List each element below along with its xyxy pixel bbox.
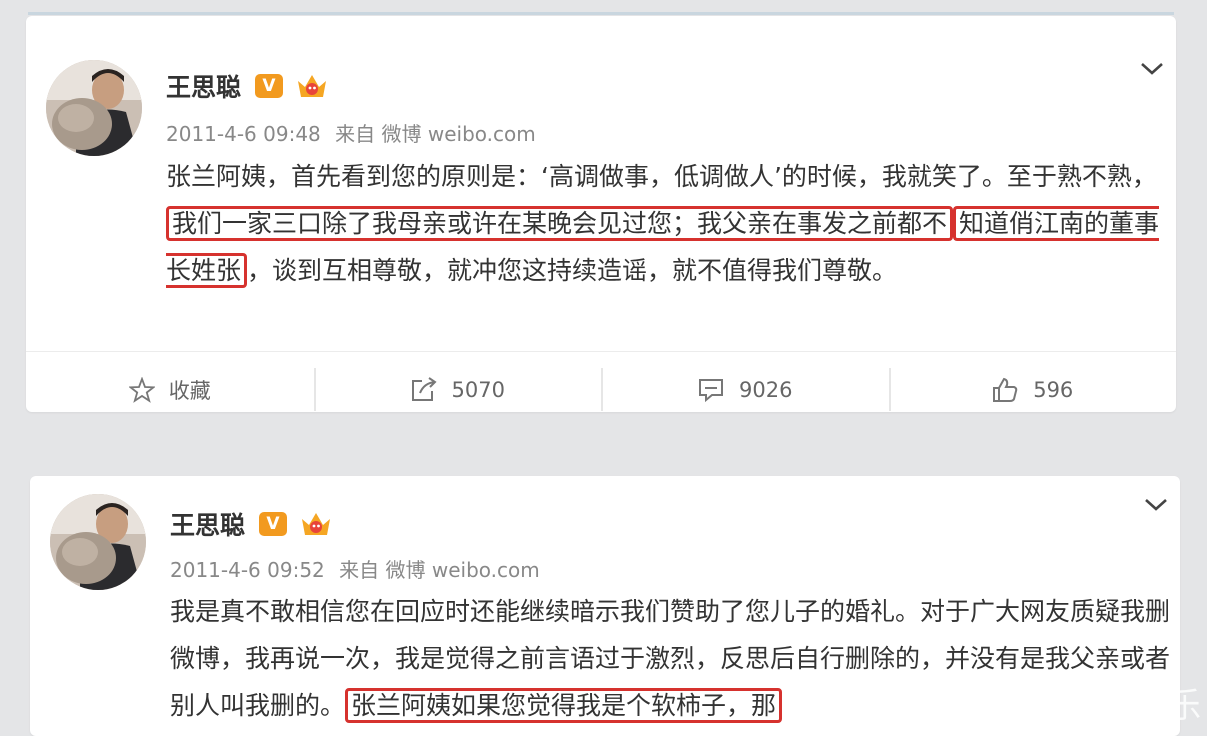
post-text-part: ，谈到互相尊敬，就冲您这持续造谣，就不值得我们尊敬。 [247, 256, 898, 285]
avatar[interactable] [46, 60, 142, 156]
repost-icon [411, 376, 437, 401]
repost-count: 5070 [451, 377, 505, 402]
favorite-label: 收藏 [168, 378, 211, 403]
comment-count: 9026 [739, 377, 793, 402]
comment-icon [699, 378, 724, 402]
author-name[interactable]: 王思聪 [170, 506, 245, 542]
highlight-box: 张兰阿姨如果您觉得我是个软柿子，那 [345, 688, 783, 723]
post-meta: 2011-4-6 09:48 来自 微博 weibo.com [166, 118, 536, 147]
post-source[interactable]: 来自 微博 weibo.com [339, 558, 540, 582]
comment-button[interactable]: 9026 [601, 352, 889, 412]
post-time[interactable]: 2011-4-6 09:52 [170, 558, 325, 582]
repost-button[interactable]: 5070 [313, 352, 602, 412]
post-text-part: 张兰阿姨，首先看到您的原则是：‘高调做事，低调做人’的时候，我就笑了。至于熟不熟… [166, 162, 1157, 191]
like-button[interactable]: 596 [888, 352, 1177, 412]
verified-badge-icon: V [259, 512, 288, 536]
verified-badge-icon: V [255, 74, 284, 98]
weibo-post-card: 王思聪 V 2011-4-6 09:48 来自 微博 weibo.com 张兰阿… [26, 16, 1176, 412]
avatar[interactable] [50, 494, 146, 590]
highlight-box: 我们一家三口除了我母亲或许在某晚会见过您；我父亲在事发之前都不 [166, 206, 954, 241]
favorite-button[interactable]: 收藏 [26, 352, 314, 412]
post-source[interactable]: 来自 微博 weibo.com [335, 122, 536, 146]
vip-crown-icon [302, 513, 331, 535]
like-count: 596 [1033, 377, 1074, 402]
star-icon [128, 376, 155, 403]
chevron-down-icon[interactable] [1139, 60, 1165, 78]
author-row: 王思聪 V [170, 506, 333, 542]
author-name[interactable]: 王思聪 [166, 68, 241, 104]
post-time[interactable]: 2011-4-6 09:48 [166, 122, 321, 146]
thumbs-up-icon [993, 377, 1018, 402]
vip-crown-icon [298, 75, 327, 97]
chevron-down-icon[interactable] [1143, 496, 1169, 514]
post-meta: 2011-4-6 09:52 来自 微博 weibo.com [170, 554, 540, 583]
post-text: 张兰阿姨，首先看到您的原则是：‘高调做事，低调做人’的时候，我就笑了。至于熟不熟… [166, 153, 1166, 294]
author-row: 王思聪 V [166, 68, 329, 104]
top-divider [28, 12, 1174, 15]
action-bar: 收藏 5070 9026 596 [26, 352, 1176, 412]
